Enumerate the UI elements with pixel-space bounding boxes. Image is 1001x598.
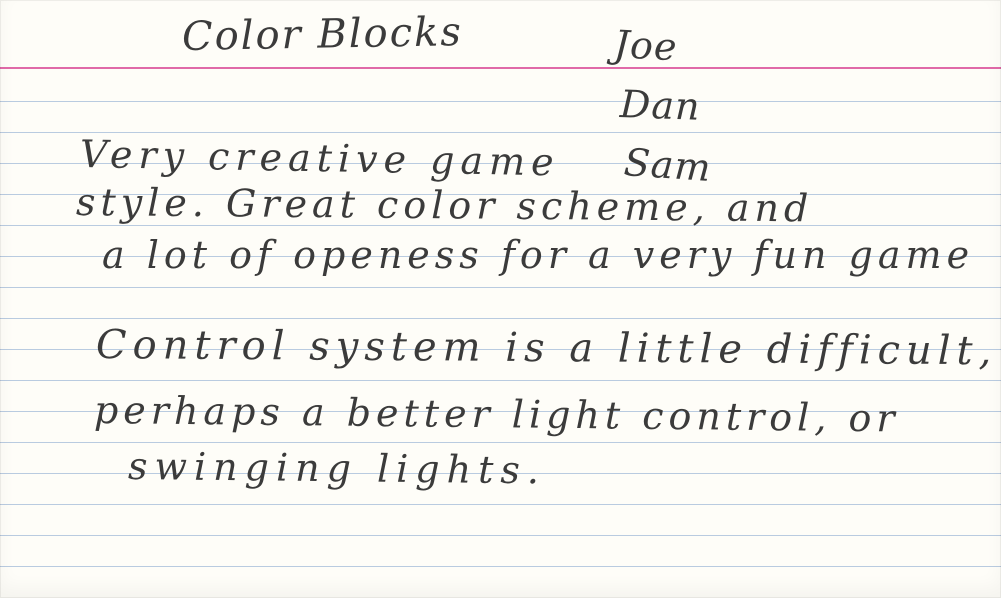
rule-line xyxy=(0,101,1001,102)
rule-line xyxy=(0,535,1001,536)
rule-line xyxy=(0,318,1001,319)
note-line: Very creative game xyxy=(79,132,561,185)
rule-line xyxy=(0,380,1001,381)
card-title: Color Blocks xyxy=(181,9,464,60)
note-line: swinging lights. xyxy=(127,444,547,493)
rule-line xyxy=(0,566,1001,567)
note-line: perhaps a better light control, or xyxy=(93,388,900,441)
rule-line xyxy=(0,504,1001,505)
note-line: Control system is a little difficult, xyxy=(95,322,998,375)
note-line: style. Great color scheme, and xyxy=(75,180,814,231)
rule-line xyxy=(0,442,1001,443)
note-line: a lot of openess for a very fun game xyxy=(102,233,975,277)
author-name: Dan xyxy=(619,82,702,129)
rule-line xyxy=(0,287,1001,288)
author-name: Sam xyxy=(622,140,714,191)
header-rule xyxy=(0,67,1001,69)
author-name: Joe xyxy=(612,22,679,70)
index-card: Color Blocks Joe Dan Sam Very creative g… xyxy=(0,0,1001,598)
